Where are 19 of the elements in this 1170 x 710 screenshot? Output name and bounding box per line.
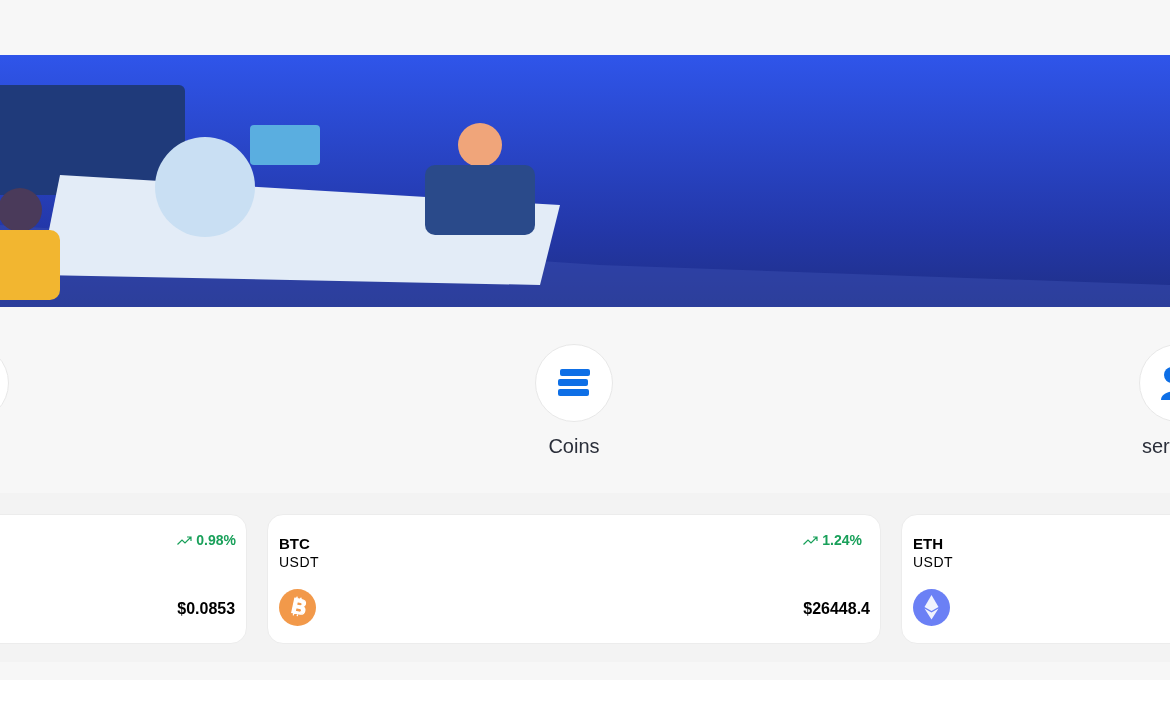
user-icon: [1161, 366, 1170, 400]
quote-currency: USDT: [279, 554, 321, 570]
quote-currency: USDT: [913, 554, 955, 570]
market-card[interactable]: 0.98% $0.0853: [0, 514, 247, 644]
ethereum-icon: [913, 589, 950, 626]
market-card[interactable]: BTC USDT 1.24% $26448.4: [267, 514, 881, 644]
market-card[interactable]: ETH USDT: [901, 514, 1170, 644]
coin-price: $26448.4: [803, 600, 870, 618]
coin-price: $0.0853: [177, 600, 236, 618]
trend-up-icon: [177, 535, 193, 545]
trend-up-icon: [803, 535, 819, 545]
price-change: 1.24%: [822, 532, 862, 548]
coin-symbol: BTC: [279, 535, 311, 552]
nav-label[interactable]: Coins: [548, 435, 600, 458]
bitcoin-icon: [279, 589, 316, 626]
coin-symbol: ETH: [913, 535, 944, 552]
price-change: 0.98%: [196, 532, 236, 548]
stack-icon: [556, 368, 592, 398]
nav-label[interactable]: ser: [1142, 435, 1170, 458]
